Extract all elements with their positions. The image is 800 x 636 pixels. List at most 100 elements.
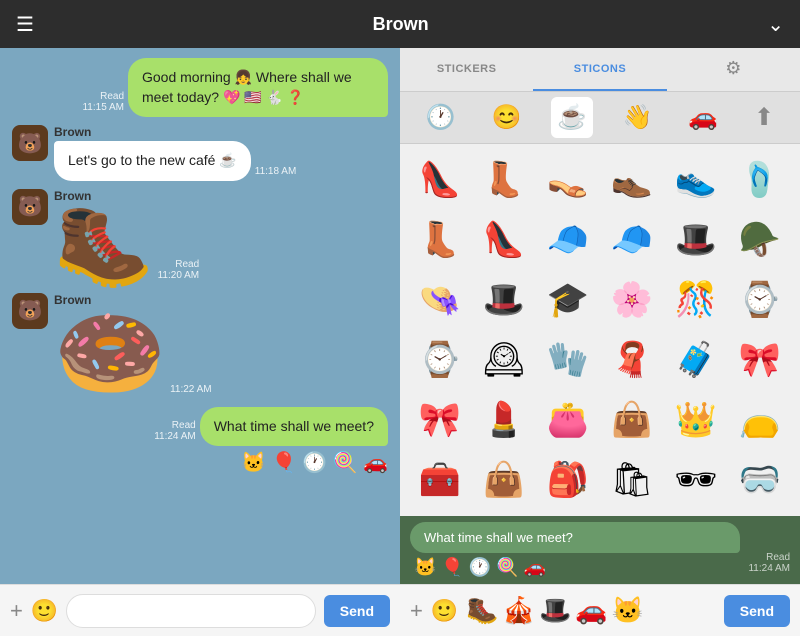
list-item[interactable]: 👑	[668, 392, 724, 448]
tab-stickers-label: STICKERS	[437, 63, 497, 75]
list-item[interactable]: 🎀	[732, 332, 788, 388]
list-item[interactable]: 🥽	[732, 452, 788, 508]
sticker-tabs: STICKERS STICONS ⚙	[400, 48, 800, 92]
list-item[interactable]: 👠	[412, 152, 468, 208]
list-item[interactable]: 👝	[732, 392, 788, 448]
list-item[interactable]: 🎩	[539, 595, 571, 626]
sticker-row: 👠 👢 👡 👞 👟 🩴	[408, 152, 792, 208]
list-item[interactable]: 🧰	[412, 452, 468, 508]
table-row: 🐻 Brown Let's go to the new café ☕ 11:18…	[12, 125, 388, 181]
list-item[interactable]: 🎩	[668, 212, 724, 268]
list-item[interactable]: 👡	[540, 152, 596, 208]
list-item[interactable]: 👞	[604, 152, 660, 208]
category-accessories-icon[interactable]: ☕	[551, 97, 593, 138]
list-item[interactable]: 👒	[412, 272, 468, 328]
category-gestures-icon[interactable]: 👋	[617, 97, 659, 138]
list-item[interactable]: 👟	[668, 152, 724, 208]
category-bar: 🕐 😊 ☕ 👋 🚗 ⬆	[400, 92, 800, 144]
tab-stickers[interactable]: STICKERS	[400, 48, 533, 91]
msg-time: 11:24 AM	[154, 431, 196, 442]
msg-time: 11:24 AM	[748, 563, 790, 574]
sticker: 🍩	[54, 309, 166, 399]
message-input[interactable]	[66, 594, 316, 628]
quick-sticker-bar: 🥾 🎪 🎩 🚗 🐱	[466, 595, 716, 626]
list-item[interactable]: 🥾	[466, 595, 498, 626]
table-row: Read 11:24 AM What time shall we meet? 🐱…	[12, 407, 388, 476]
sticker-row: ⌚ 🕰 🧤 🧣 🧳 🎀	[408, 332, 792, 388]
chat-messages: Read 11:15 AM Good morning 👧 Where shall…	[0, 48, 400, 584]
list-item[interactable]: 🐱	[612, 595, 644, 626]
list-item[interactable]: 🛍	[604, 452, 660, 508]
add-icon[interactable]: +	[410, 598, 423, 624]
sticker-panel: STICKERS STICONS ⚙ 🕐 😊 ☕ 👋 🚗 ⬆ 👠 👢 👡	[400, 48, 800, 636]
list-item[interactable]: 👢	[476, 152, 532, 208]
list-item[interactable]: 👜	[604, 392, 660, 448]
message-bubble: Good morning 👧 Where shall we meet today…	[128, 58, 388, 117]
tab-sticons[interactable]: STICONS	[533, 48, 666, 91]
table-row: 🐻 Brown 🥾 Read 11:20 AM	[12, 189, 388, 285]
avatar: 🐻	[12, 125, 48, 161]
read-label: Read	[172, 420, 196, 431]
main-body: Read 11:15 AM Good morning 👧 Where shall…	[0, 48, 800, 636]
msg-time: 11:15 AM	[82, 102, 124, 113]
settings-tab[interactable]: ⚙	[667, 48, 800, 91]
list-item[interactable]: 🧢	[540, 212, 596, 268]
list-item[interactable]: 💄	[476, 392, 532, 448]
send-button[interactable]: Send	[324, 595, 390, 627]
chat-panel: Read 11:15 AM Good morning 👧 Where shall…	[0, 48, 400, 636]
app-header: ☰ Brown ⌄	[0, 0, 800, 48]
sender-name: Brown	[54, 125, 296, 139]
gear-icon: ⚙	[725, 58, 741, 79]
preview-bubble: What time shall we meet?	[410, 522, 740, 553]
tab-sticons-label: STICONS	[574, 63, 626, 75]
list-item[interactable]: 🎒	[540, 452, 596, 508]
list-item[interactable]: 👜	[476, 452, 532, 508]
list-item[interactable]: 🚗	[575, 595, 607, 626]
sticker-row: 👢 👠 🧢 🧢 🎩 🪖	[408, 212, 792, 268]
preview-area: What time shall we meet? 🐱 🎈 🕐 🍭 🚗 Read …	[400, 516, 800, 584]
list-item[interactable]: 🎊	[668, 272, 724, 328]
read-label: Read	[766, 552, 790, 563]
msg-time: 11:22 AM	[170, 384, 212, 399]
category-emoji-icon[interactable]: 😊	[485, 97, 527, 138]
list-item[interactable]: ⌚	[412, 332, 468, 388]
list-item[interactable]: 🎩	[476, 272, 532, 328]
list-item[interactable]: 🕶	[668, 452, 724, 508]
emoji-row: 🐱 🎈 🕐 🍭 🚗	[241, 450, 388, 475]
message-bubble: Let's go to the new café ☕	[54, 141, 251, 181]
table-row: Read 11:15 AM Good morning 👧 Where shall…	[12, 58, 388, 117]
msg-time: 11:18 AM	[255, 166, 297, 181]
list-item[interactable]: 🎪	[503, 595, 535, 626]
list-item[interactable]: 🕰	[476, 332, 532, 388]
list-item[interactable]: 🧤	[540, 332, 596, 388]
list-item[interactable]: 👢	[412, 212, 468, 268]
category-recent-icon[interactable]: 🕐	[420, 97, 462, 138]
table-row: 🐻 Brown 🍩 11:22 AM	[12, 293, 388, 399]
list-item[interactable]: 🩴	[732, 152, 788, 208]
list-item[interactable]: ⌚	[732, 272, 788, 328]
emoji-icon[interactable]: 🙂	[431, 598, 458, 624]
sticker-row: 🧰 👜 🎒 🛍 🕶 🥽	[408, 452, 792, 508]
category-vehicles-icon[interactable]: 🚗	[682, 97, 724, 138]
emoji-icon[interactable]: 🙂	[31, 598, 58, 624]
list-item[interactable]: 🧢	[604, 212, 660, 268]
list-item[interactable]: 🎀	[412, 392, 468, 448]
add-icon[interactable]: +	[10, 598, 23, 624]
category-upload-icon[interactable]: ⬆	[748, 97, 780, 138]
list-item[interactable]: 👛	[540, 392, 596, 448]
sticker-row: 👒 🎩 🎓 🌸 🎊 ⌚	[408, 272, 792, 328]
list-item[interactable]: 🎓	[540, 272, 596, 328]
read-label: Read	[175, 259, 199, 270]
chevron-down-icon[interactable]: ⌄	[767, 12, 784, 37]
preview-emoji-row: 🐱 🎈 🕐 🍭 🚗	[410, 557, 740, 578]
list-item[interactable]: 🪖	[732, 212, 788, 268]
read-label: Read	[100, 91, 124, 102]
list-item[interactable]: 🧣	[604, 332, 660, 388]
msg-time: 11:20 AM	[158, 270, 200, 281]
list-item[interactable]: 🧳	[668, 332, 724, 388]
send-button[interactable]: Send	[724, 595, 790, 627]
list-item[interactable]: 👠	[476, 212, 532, 268]
menu-icon[interactable]: ☰	[16, 12, 34, 37]
list-item[interactable]: 🌸	[604, 272, 660, 328]
preview-meta: Read 11:24 AM	[748, 552, 790, 578]
